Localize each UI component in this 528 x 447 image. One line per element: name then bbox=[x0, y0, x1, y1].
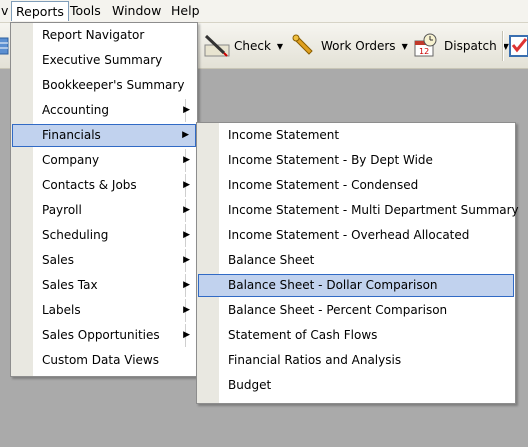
menu-item-income-statement-by-dept-wide[interactable]: Income Statement - By Dept Wide bbox=[198, 149, 514, 172]
checklist-button[interactable] bbox=[507, 33, 528, 59]
menu-item-statement-of-cash-flows[interactable]: Statement of Cash Flows bbox=[198, 324, 514, 347]
reports-menu: Report Navigator Executive Summary Bookk… bbox=[10, 22, 198, 377]
submenu-arrow-icon: ▶ bbox=[183, 280, 190, 290]
chevron-down-icon[interactable]: ▼ bbox=[277, 42, 283, 51]
menu-window[interactable]: Window bbox=[108, 2, 165, 20]
menu-item-financials[interactable]: Financials ▶ bbox=[12, 124, 196, 147]
menu-item-sales[interactable]: Sales ▶ bbox=[12, 249, 196, 272]
menu-item-executive-summary[interactable]: Executive Summary bbox=[12, 49, 196, 72]
submenu-arrow-icon: ▶ bbox=[183, 230, 190, 240]
submenu-arrow-icon: ▶ bbox=[183, 105, 190, 115]
menu-item-balance-sheet[interactable]: Balance Sheet bbox=[198, 249, 514, 272]
menu-item-budget[interactable]: Budget bbox=[198, 374, 514, 397]
check-label: Check bbox=[234, 39, 271, 53]
menu-help[interactable]: Help bbox=[167, 2, 204, 20]
calendar-clock-icon: 12 bbox=[412, 33, 438, 59]
menu-item-financial-ratios-analysis[interactable]: Financial Ratios and Analysis bbox=[198, 349, 514, 372]
wrench-icon bbox=[289, 33, 315, 59]
submenu-arrow-icon: ▶ bbox=[183, 205, 190, 215]
dispatch-label: Dispatch bbox=[444, 39, 497, 53]
menu-item-labels[interactable]: Labels ▶ bbox=[12, 299, 196, 322]
menu-item-bookkeepers-summary[interactable]: Bookkeeper's Summary bbox=[12, 74, 196, 97]
financials-submenu: Income Statement Income Statement - By D… bbox=[196, 122, 519, 404]
pen-check-icon bbox=[202, 33, 230, 59]
menu-reports[interactable]: Reports bbox=[11, 1, 69, 21]
checklist-icon bbox=[507, 33, 528, 59]
svg-text:12: 12 bbox=[419, 47, 429, 56]
menu-item-report-navigator[interactable]: Report Navigator bbox=[12, 24, 196, 47]
menu-item-income-statement-condensed[interactable]: Income Statement - Condensed bbox=[198, 174, 514, 197]
check-button[interactable]: Check ▼ bbox=[202, 33, 283, 59]
menu-bar: v Reports Tools Window Help bbox=[0, 0, 528, 23]
work-orders-label: Work Orders bbox=[321, 39, 396, 53]
submenu-arrow-icon: ▶ bbox=[183, 180, 190, 190]
menu-item-income-statement[interactable]: Income Statement bbox=[198, 124, 514, 147]
submenu-arrow-icon: ▶ bbox=[182, 130, 189, 140]
menu-item-payroll[interactable]: Payroll ▶ bbox=[12, 199, 196, 222]
menu-item-custom-data-views[interactable]: Custom Data Views bbox=[12, 349, 196, 372]
menu-item-income-statement-multi-dept-summary[interactable]: Income Statement - Multi Department Summ… bbox=[198, 199, 519, 222]
menu-item-balance-sheet-dollar-comparison[interactable]: Balance Sheet - Dollar Comparison bbox=[198, 274, 514, 297]
menu-item-scheduling[interactable]: Scheduling ▶ bbox=[12, 224, 196, 247]
submenu-arrow-icon: ▶ bbox=[183, 155, 190, 165]
menu-item-income-statement-overhead-allocated[interactable]: Income Statement - Overhead Allocated bbox=[198, 224, 514, 247]
work-orders-button[interactable]: Work Orders ▼ bbox=[289, 33, 408, 59]
menu-item-sales-tax[interactable]: Sales Tax ▶ bbox=[12, 274, 196, 297]
chevron-down-icon[interactable]: ▼ bbox=[402, 42, 408, 51]
menu-item-sales-opportunities[interactable]: Sales Opportunities ▶ bbox=[12, 324, 196, 347]
submenu-arrow-icon: ▶ bbox=[183, 255, 190, 265]
toolbar-separator bbox=[502, 31, 504, 61]
submenu-arrow-icon: ▶ bbox=[183, 305, 190, 315]
submenu-arrow-icon: ▶ bbox=[183, 330, 190, 340]
menu-tools[interactable]: Tools bbox=[66, 2, 105, 20]
dispatch-button[interactable]: 12 Dispatch ▼ bbox=[412, 33, 509, 59]
menu-item-accounting[interactable]: Accounting ▶ bbox=[12, 99, 196, 122]
menu-item-contacts-jobs[interactable]: Contacts & Jobs ▶ bbox=[12, 174, 196, 197]
menu-item-company[interactable]: Company ▶ bbox=[12, 149, 196, 172]
menu-item-balance-sheet-percent-comparison[interactable]: Balance Sheet - Percent Comparison bbox=[198, 299, 514, 322]
